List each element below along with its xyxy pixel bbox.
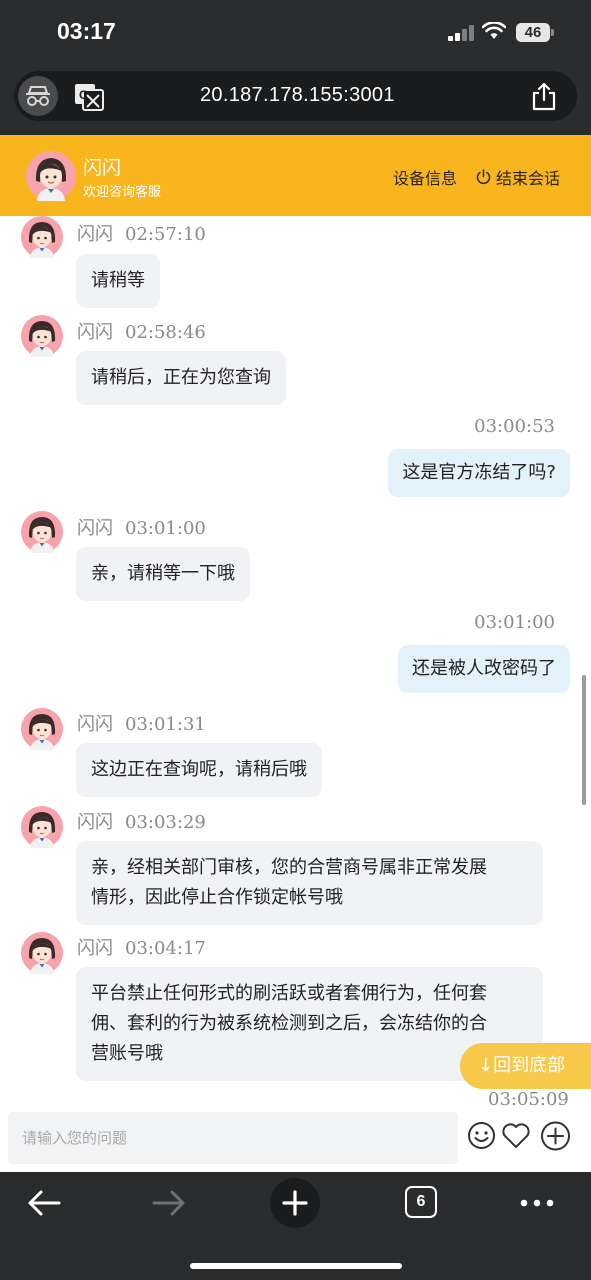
sender-name: 闪闪 [77,224,113,245]
message-meta: 闪闪 03:01:00 [77,514,206,540]
outgoing-message-bubble: 这是官方冻结了吗? [388,449,570,497]
agent-avatar-small [21,315,63,357]
message-meta: 闪闪 03:01:31 [77,710,206,736]
incoming-message-bubble: 这边正在查询呢，请稍后哦 [76,743,322,797]
message-line: 亲，经相关部门审核，您的合营商号属非正常发展 [91,857,487,878]
message-meta: 闪闪 03:03:29 [77,808,206,834]
emoji-icon[interactable] [467,1121,496,1150]
battery-tip [551,29,554,36]
power-icon [476,169,491,185]
heart-icon[interactable] [501,1121,531,1150]
plus-circle-icon[interactable] [540,1121,571,1152]
message-time: 03:01:31 [125,714,206,735]
browser-toolbar: 6 [0,1172,591,1280]
message-line: 情形，因此停止合作锁定帐号哦 [91,887,343,908]
incognito-icon[interactable] [18,76,58,116]
end-session-button[interactable]: 结束会话 [476,165,560,189]
translate-icon[interactable]: G [74,83,104,111]
status-time: 03:17 [57,18,116,44]
incoming-message-bubble: 亲，经相关部门审核，您的合营商号属非正常发展 情形，因此停止合作锁定帐号哦 [76,841,543,925]
forward-arrow-icon[interactable] [152,1189,186,1217]
plus-icon [282,1190,308,1216]
message-meta: 闪闪 02:57:10 [77,220,206,246]
wifi-icon [482,22,506,39]
message-time: 03:01:00 [125,518,206,539]
end-session-label: 结束会话 [496,169,561,188]
chat-header: 闪闪 欢迎咨询客服 设备信息 结束会话 [0,135,591,216]
battery-icon: 46 [516,23,550,42]
message-input[interactable] [8,1112,458,1164]
incoming-message-bubble: 亲，请稍等一下哦 [76,547,250,601]
message-time: 03:05:09 [488,1089,569,1108]
chat-message-list[interactable]: 闪闪 02:57:10 请稍等 闪闪 02:58:46 请稍后，正在为您查询 03:… [0,216,591,1108]
device-info-link[interactable]: 设备信息 [393,165,457,189]
url-text: 20.187.178.155:3001 [200,84,395,106]
more-options-icon[interactable] [520,1199,554,1207]
sender-name: 闪闪 [77,322,113,343]
agent-subtitle: 欢迎咨询客服 [83,185,162,200]
agent-name: 闪闪 [83,157,122,179]
back-arrow-icon[interactable] [27,1189,61,1217]
incoming-message-bubble: 请稍后，正在为您查询 [76,351,286,405]
message-time: 02:57:10 [125,224,206,245]
svg-text:G: G [79,88,88,102]
message-time: 03:04:17 [125,938,206,959]
sender-name: 闪闪 [77,518,113,539]
agent-avatar-small [21,216,63,258]
browser-address-bar: G 20.187.178.155:3001 [0,66,591,135]
incoming-message-bubble: 请稍等 [76,254,160,308]
message-time: 02:58:46 [125,322,206,343]
outgoing-message-bubble: 还是被人改密码了 [398,645,570,693]
sender-name: 闪闪 [77,938,113,959]
sender-name: 闪闪 [77,714,113,735]
cellular-signal-icon [448,25,476,41]
scrollbar[interactable] [582,675,586,805]
sender-name: 闪闪 [77,812,113,833]
message-line: 平台禁止任何形式的刷活跃或者套佣行为，任何套 [91,983,487,1004]
status-bar: 03:17 46 [0,0,591,66]
message-meta: 闪闪 03:04:17 [77,934,206,960]
message-time: 03:03:29 [125,812,206,833]
agent-avatar [26,151,76,201]
agent-avatar-small [21,932,63,974]
message-composer [0,1108,591,1172]
message-time: 03:01:00 [474,612,555,633]
message-time: 03:00:53 [474,416,555,437]
message-meta: 闪闪 02:58:46 [77,318,206,344]
agent-avatar-small [21,708,63,750]
home-indicator [190,1263,402,1269]
tab-switcher-button[interactable]: 6 [405,1186,437,1218]
agent-avatar-small [21,806,63,848]
back-to-bottom-button[interactable]: ↓回到底部 [460,1043,591,1089]
url-field[interactable]: G 20.187.178.155:3001 [14,71,577,121]
new-tab-button[interactable] [270,1178,320,1228]
agent-avatar-small [21,511,63,553]
share-icon[interactable] [531,83,557,111]
message-line: 佣、套利的行为被系统检测到之后，会冻结你的合 [91,1013,487,1034]
